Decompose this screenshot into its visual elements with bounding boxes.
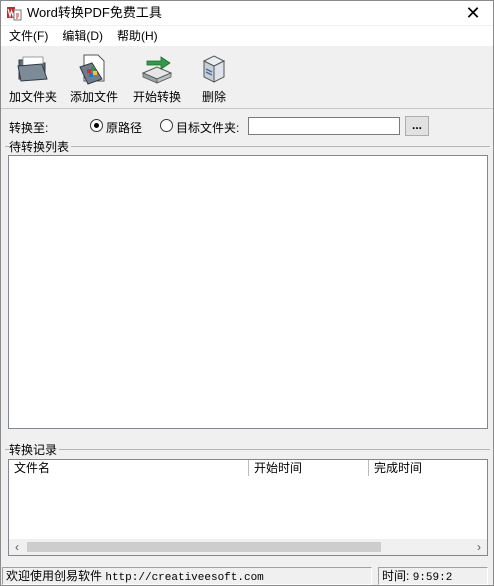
convert-arrow-icon xyxy=(141,56,173,84)
add-file-label: 添加文件 xyxy=(69,90,118,104)
column-start-time[interactable]: 开始时间 xyxy=(249,460,369,476)
menu-file[interactable]: 文件(F) xyxy=(1,26,55,46)
status-url: http://creativeesoft.com xyxy=(105,572,264,584)
target-folder-label[interactable]: 目标文件夹: xyxy=(176,119,239,136)
scroll-right-icon[interactable]: › xyxy=(471,539,487,555)
window-title: Word转换PDF免费工具 xyxy=(27,5,162,20)
radio-original-path[interactable] xyxy=(90,119,103,132)
folder-icon xyxy=(17,56,48,82)
target-label: 转换至: xyxy=(9,121,49,135)
queue-title: 待转换列表 xyxy=(9,138,72,155)
close-icon: ✕ xyxy=(465,3,481,23)
delete-button[interactable]: 删除 xyxy=(184,51,244,107)
browse-button[interactable]: ... xyxy=(405,116,429,136)
title-bar: Word转换PDF免费工具 ✕ xyxy=(1,1,493,25)
log-header: 文件名 开始时间 完成时间 xyxy=(9,460,487,476)
column-finish-time[interactable]: 完成时间 xyxy=(369,460,487,476)
start-convert-button[interactable]: 开始转换 xyxy=(127,51,187,107)
status-welcome: 欢迎使用创易软件 xyxy=(6,569,103,583)
log-title: 转换记录 xyxy=(9,441,60,458)
menu-bar: 文件(F) 编辑(D) 帮助(H) xyxy=(1,26,493,46)
add-file-button[interactable]: 添加文件 xyxy=(64,51,124,107)
target-row: 转换至: 原路径 目标文件夹: ... xyxy=(1,115,493,137)
conversion-log-list[interactable]: 文件名 开始时间 完成时间 ‹ › xyxy=(8,459,488,556)
menu-edit[interactable]: 编辑(D) xyxy=(55,26,110,46)
target-folder-input[interactable] xyxy=(248,117,400,135)
status-time: 时间: 9:59:2 xyxy=(378,567,488,585)
close-button[interactable]: ✕ xyxy=(453,1,493,25)
delete-label: 删除 xyxy=(201,90,226,104)
queue-group-border xyxy=(5,146,490,147)
delete-box-icon xyxy=(202,55,226,83)
pending-file-list[interactable] xyxy=(8,155,488,429)
toolbar: 加文件夹 添加文件 开始转换 删除 xyxy=(1,47,493,109)
app-window: Word转换PDF免费工具 ✕ 文件(F) 编辑(D) 帮助(H) 加文件夹 添… xyxy=(0,0,494,586)
start-convert-label: 开始转换 xyxy=(132,90,181,104)
word-to-pdf-icon xyxy=(7,7,22,21)
add-document-icon xyxy=(79,54,105,85)
status-bar: 欢迎使用创易软件 http://creativeesoft.com 时间: 9:… xyxy=(1,567,493,585)
radio-target-folder[interactable] xyxy=(160,119,173,132)
status-message: 欢迎使用创易软件 http://creativeesoft.com xyxy=(2,567,372,585)
menu-help[interactable]: 帮助(H) xyxy=(110,26,165,46)
add-folder-button[interactable]: 加文件夹 xyxy=(3,51,63,107)
log-group-border xyxy=(5,449,490,450)
status-time-value: 9:59:2 xyxy=(412,572,453,584)
status-time-label: 时间: xyxy=(382,569,410,583)
column-filename[interactable]: 文件名 xyxy=(9,460,249,476)
add-folder-label: 加文件夹 xyxy=(8,90,57,104)
original-path-label[interactable]: 原路径 xyxy=(106,119,142,136)
scroll-left-icon[interactable]: ‹ xyxy=(9,539,25,555)
scroll-thumb[interactable] xyxy=(27,542,381,552)
horizontal-scrollbar[interactable]: ‹ › xyxy=(9,539,487,555)
